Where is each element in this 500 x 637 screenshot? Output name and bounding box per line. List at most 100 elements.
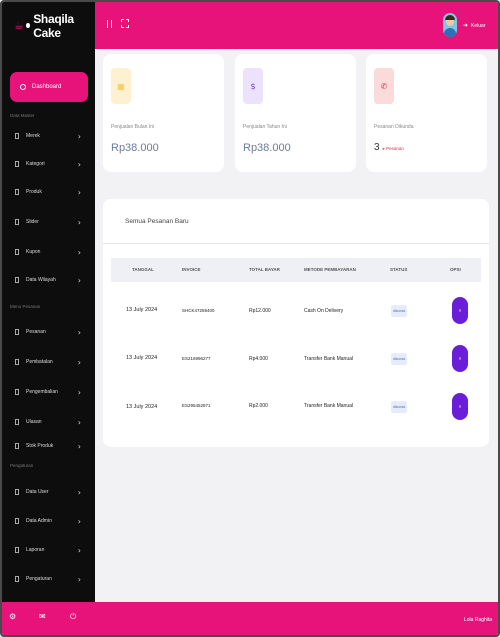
sidebar-item-label: Pembatalan (26, 359, 53, 365)
cell-method: Transfer Bank Manual (304, 403, 354, 409)
sidebar-item-data-wilayah[interactable]: Data Wilayah › (15, 274, 81, 286)
stat-label: Pesanan Dikunda (374, 124, 414, 130)
section-label-transaksi: Menu Pesanan (10, 304, 41, 309)
sidebar-item-laporan[interactable]: Laporan › (15, 544, 81, 556)
cell-method: Transfer Bank Manual (304, 356, 354, 362)
cell-date: 13 July 2024 (126, 307, 158, 313)
divider (103, 243, 489, 244)
chevron-right-icon: › (77, 275, 81, 285)
stat-value: Rp38.000 (111, 142, 159, 154)
chevron-right-icon: › (77, 217, 81, 227)
sidebar-item-label: Merek (26, 133, 40, 139)
sidebar-item-label: Data Admin (26, 518, 52, 524)
stat-label: Penjualan Bulan Ini (111, 124, 155, 130)
sidebar-item-label: Data User (26, 489, 49, 495)
column-header: METODE PEMBAYARAN (304, 267, 356, 272)
section-label-master: Data Master (10, 113, 35, 118)
chevron-right-icon: › (77, 187, 81, 197)
sidebar-item-label: Kategori (26, 161, 45, 167)
cell-invoice: SHCK47259400 (182, 308, 215, 313)
footer-user-name: Lola Raghita (464, 617, 493, 623)
stat-value: 3 (374, 142, 380, 153)
sidebar-item-ulasan[interactable]: Ulasan › (15, 416, 81, 428)
app-window: ☕ Shaqila Cake Dashboard Data Master Mer… (0, 0, 500, 637)
file-icon (15, 329, 19, 335)
sidebar-item-kupon[interactable]: Kupon › (15, 246, 81, 258)
status-badge: dikunda (391, 353, 407, 365)
chevron-right-icon: › (77, 131, 81, 141)
status-badge: dikunda (391, 305, 407, 317)
money-icon: $ (243, 68, 263, 104)
sidebar-item-label: Kupon (26, 249, 41, 255)
sidebar-item-kategori[interactable]: Kategori › (15, 158, 81, 170)
column-header: OPSI (450, 267, 461, 272)
stat-label: Penjualan Tahun Ini (243, 124, 287, 130)
sidebar-item-data-user[interactable]: Data User › (15, 486, 81, 498)
orders-title: Semua Pesanan Baru (125, 218, 189, 225)
sidebar-item-pembatalan[interactable]: Pembatalan › (15, 356, 81, 368)
logout-button[interactable]: ➜ Keluar (463, 22, 485, 30)
chevron-right-icon: › (77, 247, 81, 257)
chevron-right-icon: › (77, 387, 81, 397)
sidebar-item-pengembalian[interactable]: Pengembalian › (15, 386, 81, 398)
avatar[interactable] (443, 13, 457, 37)
file-icon (15, 219, 19, 225)
sidebar-item-label: Pengembalian (26, 389, 58, 395)
sidebar-item-dashboard[interactable]: Dashboard (10, 72, 88, 102)
section-label-pengaturan: Pengaturan (10, 463, 34, 468)
stat-value-row: 3 ▸ Pesanan (374, 142, 404, 153)
stat-card-pending-orders: ✆ Pesanan Dikunda 3 ▸ Pesanan (366, 54, 487, 172)
dashboard-icon (20, 84, 26, 90)
table-header: TANGGAL INVOICE TOTAL BAYAR METODE PEMBA… (111, 258, 481, 282)
cell-date: 13 July 2024 (126, 404, 158, 410)
sidebar-item-pesanan[interactable]: Pesanan › (15, 326, 81, 338)
table-row: 13 July 2024 SHCK47259400 Rp12.000 Cash … (111, 293, 481, 333)
table-row: 13 July 2024 ES295452871 Rp2.000 Transfe… (111, 387, 481, 427)
file-icon (15, 419, 19, 425)
stat-value: Rp38.000 (243, 142, 291, 154)
stat-card-monthly-sales: ▦ Penjualan Bulan Ini Rp38.000 (103, 54, 224, 172)
file-icon (15, 189, 19, 195)
chevron-right-icon: › (77, 441, 81, 451)
sidebar-item-label: Data Wilayah (26, 277, 56, 283)
file-icon (15, 547, 19, 553)
chevron-right-icon: › (77, 357, 81, 367)
cake-logo-icon: ☕ (14, 19, 24, 32)
orders-link[interactable]: ▸ Pesanan (383, 146, 404, 151)
cell-total: Rp4.000 (249, 356, 268, 362)
mail-icon[interactable]: ✉ (39, 612, 46, 621)
menu-toggle-icon[interactable] (107, 20, 112, 28)
brand-name: Shaqila Cake (33, 11, 74, 40)
sidebar-item-data-admin[interactable]: Data Admin › (15, 515, 81, 527)
sidebar-item-merek[interactable]: Merek › (15, 130, 81, 142)
calendar-icon: ▦ (111, 68, 131, 104)
chevron-right-icon: › (77, 487, 81, 497)
sidebar-item-label: Ulasan (26, 419, 42, 425)
status-badge: dikunda (391, 401, 407, 413)
avatar-body (444, 28, 456, 37)
file-icon (15, 576, 19, 582)
sidebar-item-label: Stok Produk (26, 443, 54, 449)
fullscreen-icon[interactable] (121, 19, 129, 28)
settings-icon[interactable]: ⚙ (9, 612, 16, 621)
file-icon (15, 133, 19, 139)
sidebar-item-produk[interactable]: Produk › (15, 186, 81, 198)
detail-button[interactable]: » (452, 393, 468, 420)
detail-button[interactable]: » (452, 345, 468, 372)
sidebar-item-label: Dashboard (32, 84, 62, 90)
topbar: ➜ Keluar (95, 2, 498, 49)
sidebar-item-label: Produk (26, 189, 42, 195)
sidebar-item-stok-produk[interactable]: Stok Produk › (15, 440, 81, 452)
footer: ⚙ ✉ ⏻ Lola Raghita (2, 602, 498, 635)
sidebar-item-pengaturan[interactable]: Pengaturan › (15, 573, 81, 585)
brand[interactable]: ☕ Shaqila Cake (2, 2, 95, 49)
cell-total: Rp12.000 (249, 308, 271, 314)
detail-button[interactable]: » (452, 297, 468, 324)
file-icon (15, 277, 19, 283)
sidebar-item-slider[interactable]: Slider › (15, 216, 81, 228)
power-icon[interactable]: ⏻ (70, 612, 76, 622)
cell-total: Rp2.000 (249, 403, 268, 409)
avatar-hair (445, 15, 455, 20)
chevron-right-icon: › (77, 545, 81, 555)
brand-dot (25, 23, 31, 28)
